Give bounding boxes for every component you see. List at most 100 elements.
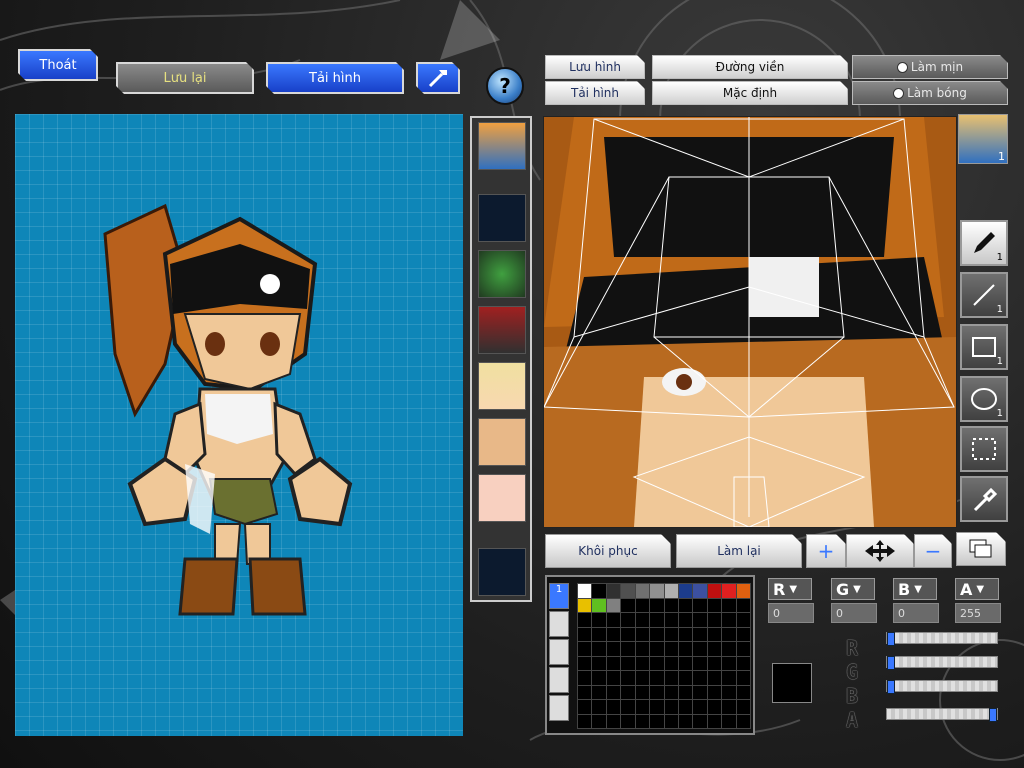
palette-cell[interactable] — [621, 598, 635, 612]
palette-cell[interactable] — [621, 627, 635, 641]
palette-cell[interactable] — [678, 613, 693, 627]
palette-cell[interactable] — [635, 700, 650, 714]
palette-cell[interactable] — [693, 584, 707, 598]
palette-cell[interactable] — [736, 714, 750, 728]
exit-button[interactable]: Thoát — [18, 49, 98, 81]
palette-cell[interactable] — [578, 714, 592, 728]
palette-cell[interactable] — [722, 627, 736, 641]
part-armor[interactable] — [478, 306, 526, 354]
palette-cell[interactable] — [707, 584, 722, 598]
palette-cell[interactable] — [693, 700, 707, 714]
palette-cell[interactable] — [678, 642, 693, 656]
blue-value-field[interactable]: 0 — [893, 603, 939, 623]
palette-cell[interactable] — [592, 671, 606, 685]
red-value-field[interactable]: 0 — [768, 603, 814, 623]
radio-smooth[interactable] — [897, 62, 908, 73]
character-preview-canvas[interactable] — [15, 114, 463, 736]
palette-cell[interactable] — [736, 627, 750, 641]
palette-cell[interactable] — [664, 714, 678, 728]
redo-button[interactable]: Làm lại — [676, 534, 802, 568]
radio-glossy[interactable] — [893, 88, 904, 99]
palette-cell[interactable] — [722, 671, 736, 685]
palette-cell[interactable] — [578, 700, 592, 714]
palette-cell[interactable] — [722, 642, 736, 656]
palette-cell[interactable] — [650, 685, 664, 699]
load-image-button[interactable]: Tải hình — [266, 62, 404, 94]
green-channel-label[interactable]: G — [831, 578, 875, 600]
palette-cell[interactable] — [664, 685, 678, 699]
palette-cell[interactable] — [650, 613, 664, 627]
palette-cell[interactable] — [736, 685, 750, 699]
zoom-in-button[interactable]: + — [806, 534, 846, 568]
palette-tab-1[interactable]: 1 — [549, 583, 569, 609]
palette-cell[interactable] — [664, 656, 678, 670]
palette-cell[interactable] — [693, 627, 707, 641]
face-preview-thumbnail[interactable]: 1 — [958, 114, 1008, 164]
selection-tool[interactable] — [960, 426, 1008, 472]
palette-cell[interactable] — [650, 598, 664, 612]
palette-tab-5[interactable] — [549, 695, 569, 721]
tab-default[interactable]: Mặc định — [652, 81, 848, 105]
palette-cell[interactable] — [621, 714, 635, 728]
palette-cell[interactable] — [592, 598, 606, 612]
palette-cell[interactable] — [650, 642, 664, 656]
palette-cell[interactable] — [722, 584, 736, 598]
palette-cell[interactable] — [592, 685, 606, 699]
palette-cell[interactable] — [736, 700, 750, 714]
palette-cell[interactable] — [678, 685, 693, 699]
part-empty-slot-2[interactable] — [478, 548, 526, 596]
palette-cell[interactable] — [650, 714, 664, 728]
green-slider[interactable] — [886, 656, 998, 670]
part-empty-slot[interactable] — [478, 194, 526, 242]
palette-cell[interactable] — [592, 642, 606, 656]
palette-cell[interactable] — [635, 613, 650, 627]
palette-cell[interactable] — [736, 598, 750, 612]
palette-cell[interactable] — [635, 627, 650, 641]
palette-cell[interactable] — [707, 613, 722, 627]
palette-cell[interactable] — [736, 642, 750, 656]
part-face-plain[interactable] — [478, 418, 526, 466]
palette-cell[interactable] — [621, 613, 635, 627]
part-face-pink[interactable] — [478, 474, 526, 522]
blue-slider[interactable] — [886, 680, 998, 694]
layers-button[interactable] — [956, 532, 1006, 566]
alpha-slider[interactable] — [886, 708, 998, 722]
palette-cell[interactable] — [621, 671, 635, 685]
alpha-channel-label[interactable]: A — [955, 578, 999, 600]
palette-cell[interactable] — [635, 656, 650, 670]
palette-cell[interactable] — [722, 714, 736, 728]
palette-cell[interactable] — [635, 714, 650, 728]
palette-cell[interactable] — [678, 627, 693, 641]
tab-load-image[interactable]: Tải hình — [545, 81, 645, 105]
palette-cell[interactable] — [606, 613, 621, 627]
palette-cell[interactable] — [693, 598, 707, 612]
palette-cell[interactable] — [592, 714, 606, 728]
blue-slider-knob[interactable] — [887, 680, 895, 694]
palette-cell[interactable] — [621, 685, 635, 699]
palette-cell[interactable] — [722, 700, 736, 714]
red-slider-knob[interactable] — [887, 632, 895, 646]
palette-cell[interactable] — [592, 584, 606, 598]
palette-cell[interactable] — [707, 656, 722, 670]
palette-cell[interactable] — [650, 671, 664, 685]
palette-cell[interactable] — [606, 627, 621, 641]
palette-cell[interactable] — [606, 584, 621, 598]
palette-cell[interactable] — [578, 613, 592, 627]
palette-cell[interactable] — [578, 627, 592, 641]
palette-cell[interactable] — [678, 671, 693, 685]
palette-cell[interactable] — [635, 671, 650, 685]
alpha-value-field[interactable]: 255 — [955, 603, 1001, 623]
palette-cell[interactable] — [650, 584, 664, 598]
part-face-blonde[interactable] — [478, 362, 526, 410]
palette-cell[interactable] — [693, 671, 707, 685]
palette-cell[interactable] — [693, 685, 707, 699]
save-button[interactable]: Lưu lại — [116, 62, 254, 94]
palette-cell[interactable] — [606, 714, 621, 728]
palette-cell[interactable] — [678, 584, 693, 598]
palette-cell[interactable] — [621, 700, 635, 714]
line-tool[interactable]: 1 — [960, 272, 1008, 318]
palette-cell[interactable] — [635, 598, 650, 612]
palette-cell[interactable] — [635, 584, 650, 598]
green-value-field[interactable]: 0 — [831, 603, 877, 623]
palette-cell[interactable] — [693, 656, 707, 670]
